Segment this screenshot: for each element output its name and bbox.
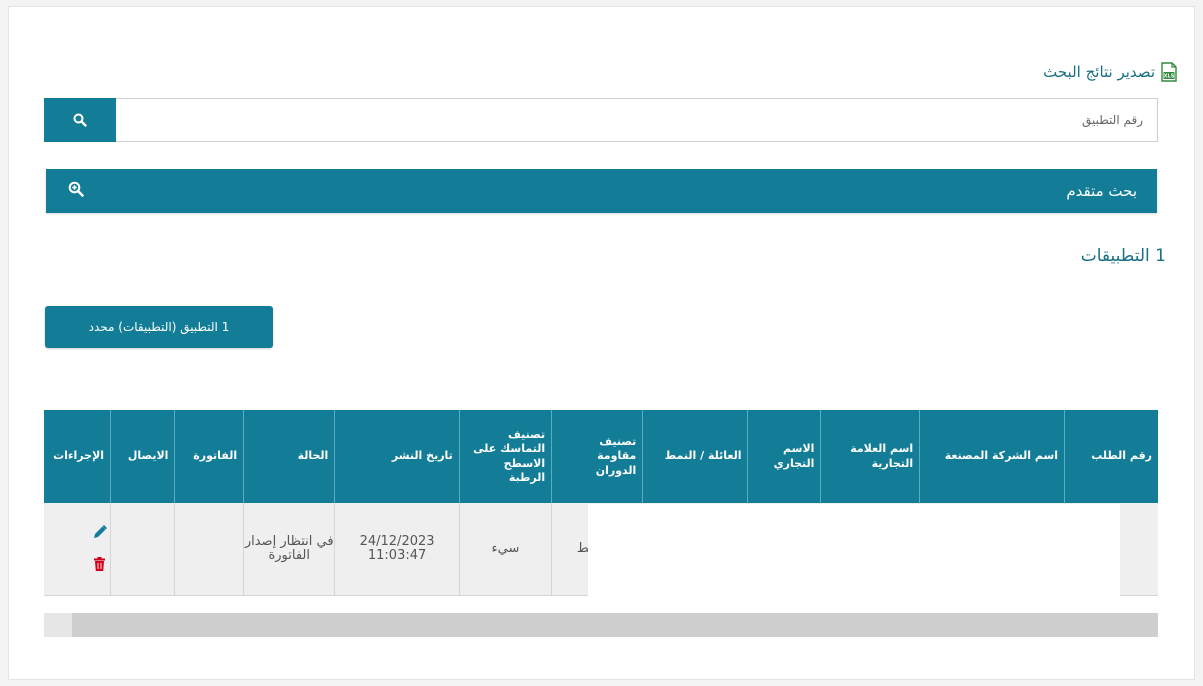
search-button[interactable]	[44, 98, 116, 142]
col-manufacturer: اسم الشركة المصنعة	[919, 410, 1065, 503]
wet-grip-cell: سيء	[458, 503, 552, 596]
search-icon	[73, 113, 87, 127]
scrollbar-thumb[interactable]	[72, 613, 1158, 637]
receipt-cell	[110, 503, 175, 596]
results-count: 1 التطبيقات	[1080, 246, 1166, 266]
export-results-link[interactable]: XLS تصدير نتائج البحث	[1043, 62, 1177, 82]
application-number-input[interactable]	[117, 99, 1157, 141]
col-rolling-resistance: تصنيف مقاومة الدوران	[551, 410, 643, 503]
col-receipt: الايصال	[110, 410, 175, 503]
col-family-pattern: العائلة / النمط	[642, 410, 748, 503]
edit-pencil-icon[interactable]	[93, 525, 108, 539]
svg-text:XLS: XLS	[1164, 74, 1175, 80]
delete-trash-icon[interactable]	[94, 557, 106, 571]
advanced-search-bar[interactable]: بحث متقدم	[46, 169, 1157, 213]
horizontal-scrollbar[interactable]	[44, 613, 1158, 637]
col-request-number: رقم الطلب	[1064, 410, 1158, 503]
export-results-label: تصدير نتائج البحث	[1043, 63, 1155, 81]
col-invoice: الفاتورة	[174, 410, 244, 503]
results-table-container: الإجراءات الايصال الفاتورة الحالة تاريخ …	[44, 410, 1158, 598]
redacted-area	[588, 504, 1120, 597]
excel-xls-icon: XLS	[1161, 62, 1177, 82]
col-publish-date: تاريخ النشر	[334, 410, 460, 503]
col-brand: اسم العلامة التجارية	[820, 410, 920, 503]
col-wet-grip: تصنيف التماسك على الاسطح الرطبة	[458, 410, 552, 503]
invoice-cell	[174, 503, 244, 596]
zoom-in-icon	[68, 181, 84, 197]
table-header-row: الإجراءات الايصال الفاتورة الحالة تاريخ …	[44, 410, 1158, 503]
col-trade-name: الاسم التجاري	[747, 410, 821, 503]
actions-cell	[44, 503, 111, 596]
status-cell: في انتظار إصدار الفاتورة	[243, 503, 335, 596]
search-bar	[44, 98, 1158, 142]
selected-applications-button[interactable]: 1 التطبيق (التطبيقات) محدد	[45, 306, 273, 348]
col-actions: الإجراءات	[44, 410, 111, 503]
advanced-search-label: بحث متقدم	[1066, 182, 1137, 200]
publish-date-cell: 24/12/2023 11:03:47	[334, 503, 460, 596]
col-status: الحالة	[243, 410, 335, 503]
